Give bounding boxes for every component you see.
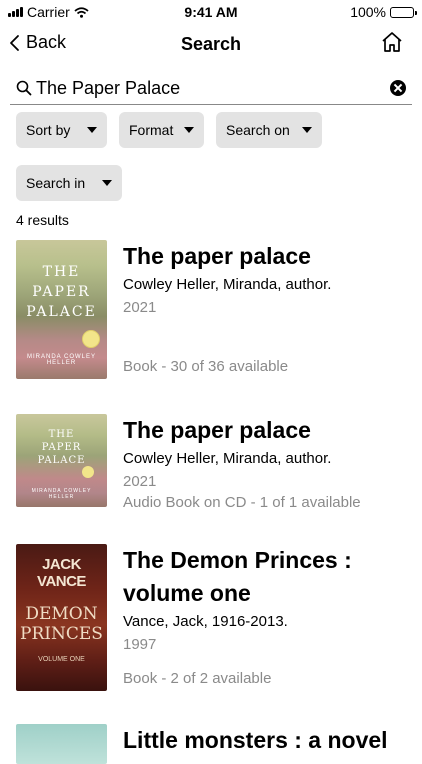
caret-down-icon [302,127,312,133]
format-dropdown[interactable]: Format [119,112,204,148]
cover-title-line: THE [48,429,75,440]
cover-title-line: PAPER [41,442,82,453]
award-badge-icon [82,466,94,478]
search-input[interactable] [36,75,376,101]
page-title: Search [180,34,242,54]
status-bar: Carrier 9:41 AM 100% [0,0,422,24]
result-item[interactable]: THE PAPER PALACE MIRANDA COWLEY HELLER T… [16,240,416,380]
search-icon [16,80,32,96]
search-in-dropdown[interactable]: Search in [16,165,122,201]
cover-author: MIRANDA COWLEY HELLER [26,354,96,366]
result-year: 2021 [123,473,157,490]
book-cover [16,724,107,764]
nav-bar: Back Search [0,24,422,64]
cover-title-line: DEMON [25,604,98,624]
result-title: The Demon Princes : volume one [123,544,413,610]
result-title-line: volume one [123,580,251,606]
cover-subtitle: VOLUME ONE [38,656,85,663]
cover-title-line: PALACE [37,455,86,466]
search-in-label: Search in [26,175,86,191]
result-title: The paper palace [123,243,311,269]
result-title: Little monsters : a novel [123,727,388,753]
cover-title-line: PRINCES [20,624,103,644]
search-on-label: Search on [226,122,290,138]
result-title-line: The Demon Princes : [123,547,352,573]
battery-percent: 100% [350,4,386,20]
result-info: The paper palace Cowley Heller, Miranda,… [123,240,413,375]
result-author: Cowley Heller, Miranda, author. [123,276,332,293]
result-title: The paper palace [123,417,311,443]
caret-down-icon [102,180,112,186]
cover-title-line: PAPER [32,284,91,300]
result-item[interactable]: Little monsters : a novel [16,724,416,764]
result-info: The paper palace Cowley Heller, Miranda,… [123,414,413,513]
cover-author: JACK VANCE [37,556,86,590]
book-cover: JACK VANCE DEMON PRINCES VOLUME ONE [16,544,107,691]
caret-down-icon [87,127,97,133]
cover-author: MIRANDA COWLEY HELLER [31,488,92,500]
result-year: 1997 [123,636,157,653]
results-count: 4 results [16,212,69,228]
result-info: Little monsters : a novel [123,724,413,757]
result-author: Vance, Jack, 1916-2013. [123,613,288,630]
result-year: 2021 [123,299,157,316]
battery-icon [390,6,417,18]
result-availability: Book - 2 of 2 available [123,670,272,687]
cover-title-line: THE [42,264,81,280]
result-author: Cowley Heller, Miranda, author. [123,450,332,467]
result-availability: Book - 30 of 36 available [123,358,289,375]
cover-title-line: PALACE [26,304,97,320]
search-on-dropdown[interactable]: Search on [216,112,322,148]
result-availability: Audio Book on CD - 1 of 1 available [123,494,361,511]
sort-by-dropdown[interactable]: Sort by [16,112,107,148]
result-item[interactable]: THE PAPER PALACE MIRANDA COWLEY HELLER T… [16,414,416,511]
sort-by-label: Sort by [26,122,71,138]
home-button[interactable] [380,30,404,59]
book-cover: THE PAPER PALACE MIRANDA COWLEY HELLER [16,240,107,379]
home-icon [382,32,402,52]
clear-search-icon[interactable] [390,80,406,96]
result-item[interactable]: JACK VANCE DEMON PRINCES VOLUME ONE The … [16,544,416,692]
book-cover: THE PAPER PALACE MIRANDA COWLEY HELLER [16,414,107,507]
format-label: Format [129,122,174,138]
search-bar [10,72,412,105]
result-info: The Demon Princes : volume one Vance, Ja… [123,544,413,687]
caret-down-icon [184,127,194,133]
award-badge-icon [82,330,100,348]
battery-indicator: 100% [350,4,417,20]
